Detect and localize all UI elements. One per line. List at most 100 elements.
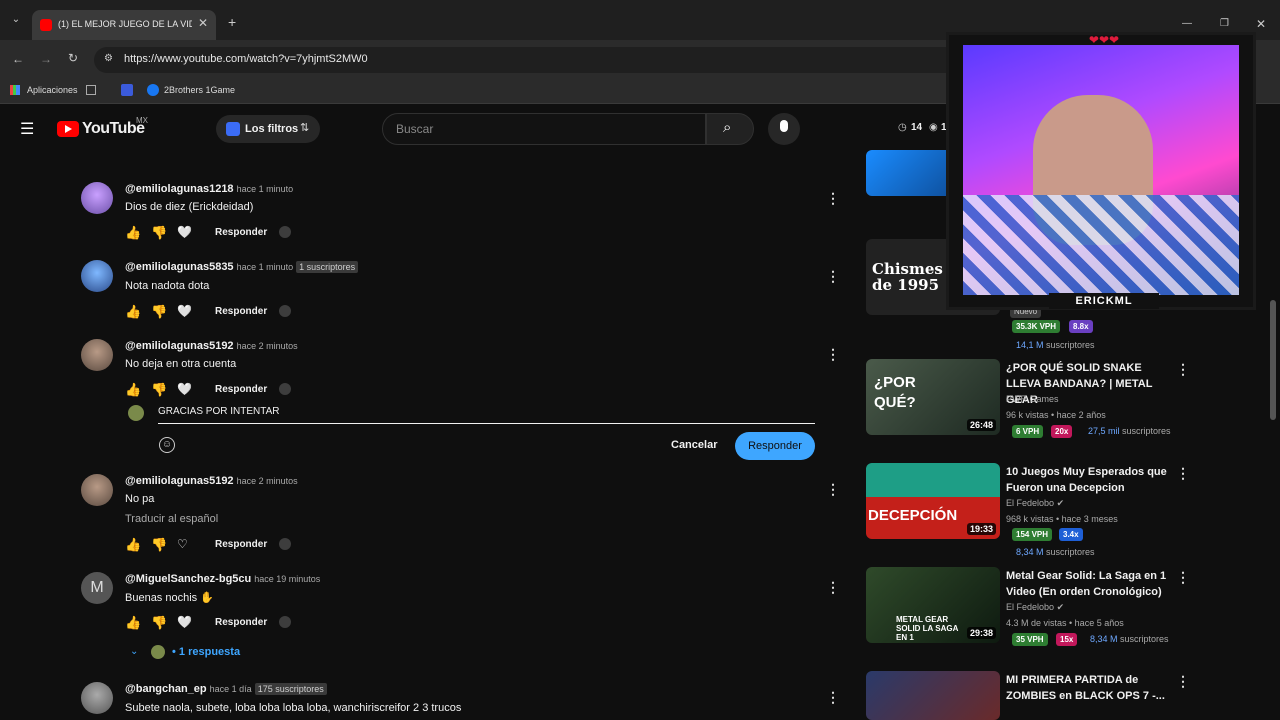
like-icon[interactable]: 👍 [125, 537, 141, 553]
multiplier-chip: 15x [1056, 633, 1078, 646]
comment-author[interactable]: @emiliolagunas1218 hace 1 minuto [125, 183, 293, 195]
video-title[interactable]: Metal Gear Solid: La Saga en 1 Video (En… [1006, 568, 1172, 600]
search-input[interactable]: Buscar [382, 113, 706, 145]
tab-list-icon[interactable]: ⌄ [8, 14, 24, 30]
submit-reply-button[interactable]: Responder [735, 432, 815, 460]
video-thumbnail[interactable]: METAL GEAR SOLID LA SAGA EN 1 29:38 [866, 567, 1000, 643]
heart-creator-icon[interactable]: 🤍 [177, 615, 192, 629]
reply-button[interactable]: Responder [215, 227, 267, 238]
like-icon[interactable]: 👍 [125, 304, 141, 320]
video-title[interactable]: 10 Juegos Muy Esperados que Fueron una D… [1006, 464, 1172, 496]
video-menu-icon[interactable]: ⋮ [1176, 673, 1190, 690]
author-name[interactable]: @emiliolagunas1218 [125, 183, 234, 195]
reply-button[interactable]: Responder [215, 617, 267, 628]
comment-menu-icon[interactable]: ⋮ [826, 190, 840, 207]
avatar[interactable] [81, 339, 113, 371]
comment-author[interactable]: @emiliolagunas5192 hace 2 minutos [125, 475, 298, 487]
replies-count[interactable]: 1 respuesta [179, 646, 240, 658]
video-menu-icon[interactable]: ⋮ [1176, 361, 1190, 378]
heart-creator-icon[interactable]: 🤍 [177, 304, 192, 318]
avatar[interactable] [81, 682, 113, 714]
channel-label[interactable]: El Fedelobo [1006, 498, 1054, 508]
video-thumbnail[interactable]: ¿POR QUÉ? 26:48 [866, 359, 1000, 435]
channel-name[interactable]: El Fedelobo ✔ [1006, 602, 1064, 613]
channel-name[interactable]: PWR Games [1006, 394, 1059, 404]
comment-menu-icon[interactable]: ⋮ [826, 268, 840, 285]
video-title[interactable]: MI PRIMERA PARTIDA de ZOMBIES en BLACK O… [1006, 672, 1172, 704]
comment-time[interactable]: hace 1 día [210, 684, 252, 694]
page-scrollbar[interactable] [1270, 300, 1276, 420]
cancel-button[interactable]: Cancelar [671, 439, 717, 451]
like-icon[interactable]: 👍 [125, 615, 141, 631]
author-name[interactable]: @emiliolagunas5192 [125, 340, 234, 352]
filters-button[interactable]: Los filtros ⇅ [216, 115, 320, 143]
translate-link[interactable]: Traducir al español [125, 513, 218, 525]
avatar[interactable]: M [81, 572, 113, 604]
site-info-icon[interactable]: ⚙ [104, 53, 113, 64]
tab-groups-icon[interactable] [86, 85, 96, 95]
dislike-icon[interactable]: 👎 [151, 615, 167, 631]
avatar[interactable] [81, 474, 113, 506]
comment-time[interactable]: hace 19 minutos [254, 574, 320, 584]
reply-button[interactable]: Responder [215, 384, 267, 395]
maximize-icon[interactable]: ❐ [1220, 18, 1229, 29]
comment-time[interactable]: hace 2 minutos [237, 341, 298, 351]
replies-link[interactable]: • 1 respuesta [172, 646, 240, 658]
apps-grid-icon [10, 85, 20, 95]
author-name[interactable]: @emiliolagunas5192 [125, 475, 234, 487]
like-icon[interactable]: 👍 [125, 382, 141, 398]
back-icon[interactable]: ← [12, 52, 24, 66]
close-window-icon[interactable]: ✕ [1256, 17, 1266, 31]
heart-icon[interactable]: ♡ [177, 537, 188, 551]
comment-author[interactable]: @emiliolagunas5835 hace 1 minuto 1 suscrip… [125, 261, 359, 273]
reply-button[interactable]: Responder [215, 539, 267, 550]
video-menu-icon[interactable]: ⋮ [1176, 465, 1190, 482]
browser-tab[interactable]: (1) EL MEJOR JUEGO DE LA VIDA! : M ✕ [32, 10, 216, 40]
author-name[interactable]: @bangchan_ep [125, 683, 207, 695]
tab-close-icon[interactable]: ✕ [198, 16, 208, 30]
channel-label[interactable]: El Fedelobo [1006, 602, 1054, 612]
comment-author[interactable]: @emiliolagunas5192 hace 2 minutos [125, 340, 298, 352]
dislike-icon[interactable]: 👎 [151, 304, 167, 320]
voice-search-button[interactable] [768, 113, 800, 145]
comment-author[interactable]: @bangchan_ep hace 1 día 175 suscriptores [125, 683, 327, 695]
video-menu-icon[interactable]: ⋮ [1176, 569, 1190, 586]
comment-time[interactable]: hace 2 minutos [237, 476, 298, 486]
heart-creator-icon[interactable]: 🤍 [177, 382, 192, 396]
menu-icon[interactable]: ☰ [20, 119, 34, 139]
search-button[interactable]: ⌕ [706, 113, 754, 145]
comment-time[interactable]: hace 1 minuto [237, 184, 294, 194]
video-thumbnail[interactable] [866, 671, 1000, 720]
dislike-icon[interactable]: 👎 [151, 537, 167, 553]
bookmark-2brothers[interactable]: 2Brothers 1Game [164, 85, 235, 95]
avatar[interactable] [81, 182, 113, 214]
comment-author[interactable]: @MiguelSanchez-bg5cu hace 19 minutos [125, 573, 320, 585]
comment-menu-icon[interactable]: ⋮ [826, 346, 840, 363]
new-tab-button[interactable]: + [228, 14, 236, 30]
comment-time[interactable]: hace 1 minuto [237, 262, 294, 272]
author-name[interactable]: @MiguelSanchez-bg5cu [125, 573, 251, 585]
expand-replies-chevron-icon[interactable]: ⌄ [130, 646, 138, 657]
bookmark-site-icon[interactable] [121, 84, 133, 96]
bookmark-apps[interactable]: Aplicaciones [27, 85, 78, 95]
like-icon[interactable]: 👍 [125, 225, 141, 241]
multiplier-chip: 8.8x [1069, 320, 1093, 333]
minimize-icon[interactable]: — [1182, 18, 1192, 29]
channel-name[interactable]: El Fedelobo ✔ [1006, 498, 1064, 509]
heart-creator-icon[interactable]: 🤍 [177, 225, 192, 239]
reply-button[interactable]: Responder [215, 306, 267, 317]
comment-menu-icon[interactable]: ⋮ [826, 481, 840, 498]
reply-input[interactable]: GRACIAS POR INTENTAR [158, 406, 282, 417]
comment-menu-icon[interactable]: ⋮ [826, 689, 840, 706]
avatar[interactable] [81, 260, 113, 292]
dislike-icon[interactable]: 👎 [151, 382, 167, 398]
youtube-logo-icon[interactable] [57, 121, 79, 137]
author-name[interactable]: @emiliolagunas5835 [125, 261, 234, 273]
dislike-icon[interactable]: 👎 [151, 225, 167, 241]
comment-menu-icon[interactable]: ⋮ [826, 579, 840, 596]
emoji-icon[interactable]: ☺ [159, 437, 175, 453]
video-thumbnail[interactable]: DECEPCIÓN 19:33 [866, 463, 1000, 539]
filters-label: Los filtros [245, 123, 299, 135]
forward-icon[interactable]: → [40, 52, 52, 66]
reload-icon[interactable]: ↻ [68, 51, 78, 65]
